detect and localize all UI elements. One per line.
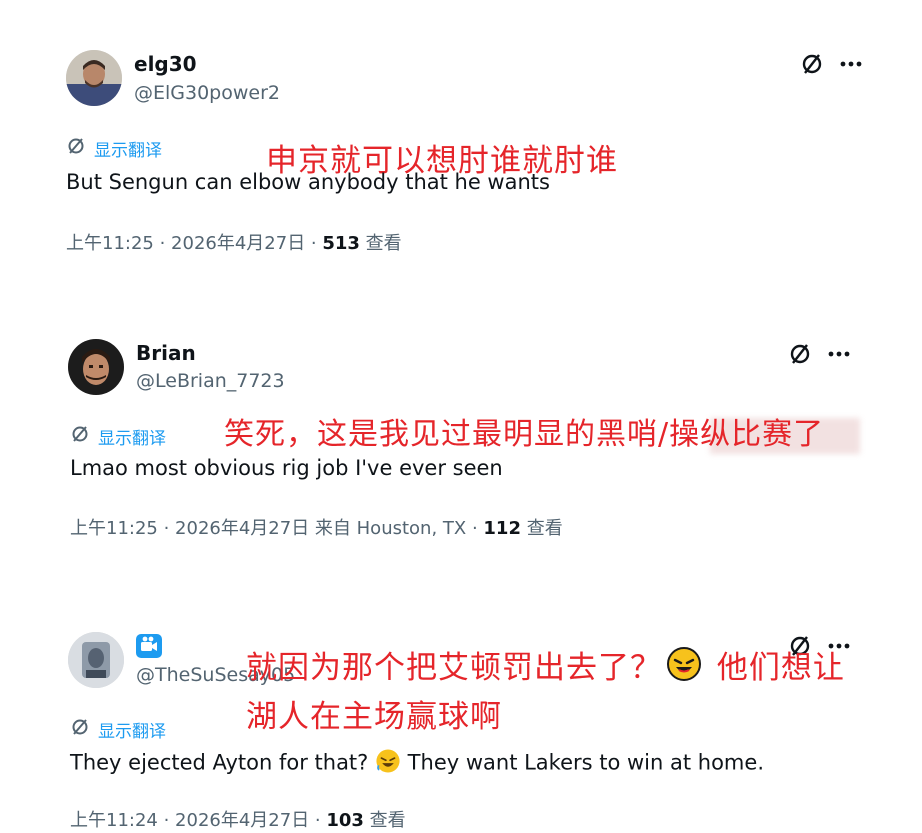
view-count: 103 <box>326 810 364 831</box>
more-dots-icon[interactable] <box>828 350 850 358</box>
avatar[interactable] <box>68 339 124 395</box>
post-timestamp[interactable]: 上午11:24 · 2026年4月27日 · <box>70 810 326 831</box>
post-meta: 上午11:24 · 2026年4月27日 · 103 查看 <box>70 806 406 832</box>
user-handle[interactable]: @LeBrian_7723 <box>136 370 285 392</box>
slashed-circle-icon[interactable] <box>800 52 824 76</box>
show-translation-link[interactable]: 显示翻译 <box>70 424 166 449</box>
post-meta: 上午11:25 · 2026年4月27日 来自 Houston, TX · 11… <box>70 514 563 540</box>
avatar-image <box>68 339 124 395</box>
post-actions <box>788 342 850 366</box>
slashed-circle-icon[interactable] <box>788 342 812 366</box>
caption-part: 就因为那个把艾顿罚出去了？ <box>246 650 662 686</box>
post-timestamp[interactable]: 上午11:25 · 2026年4月27日 来自 Houston, TX · <box>70 518 483 539</box>
translate-slashed-circle-icon <box>66 136 86 161</box>
chinese-caption-line1: 就因为那个把艾顿罚出去了？ 他们想让 <box>246 646 845 693</box>
show-translation-link[interactable]: 显示翻译 <box>70 717 166 742</box>
post-text: Lmao most obvious rig job I've ever seen <box>70 456 503 480</box>
rolling-laughing-emoji <box>375 748 401 779</box>
post-timestamp[interactable]: 上午11:25 · 2026年4月27日 · <box>66 233 322 254</box>
user-handle[interactable]: @ElG30power2 <box>134 82 280 104</box>
view-label: 查看 <box>363 810 406 831</box>
view-count: 513 <box>322 233 360 254</box>
rolling-laughing-emoji <box>666 646 702 693</box>
post-text: But Sengun can elbow anybody that he wan… <box>66 170 550 194</box>
translate-label: 显示翻译 <box>98 429 166 449</box>
post-text: They ejected Ayton for that? They want L… <box>70 748 764 779</box>
post-actions <box>800 52 862 76</box>
display-name[interactable]: Brian <box>136 341 196 365</box>
post-text-part: They ejected Ayton for that? <box>70 750 375 775</box>
show-translation-link[interactable]: 显示翻译 <box>66 136 162 161</box>
display-name[interactable]: elg30 <box>134 52 197 76</box>
translate-slashed-circle-icon <box>70 717 90 742</box>
translate-label: 显示翻译 <box>98 722 166 742</box>
caption-part: 他们想让 <box>706 650 845 686</box>
avatar[interactable] <box>68 632 124 688</box>
camera-badge-icon <box>136 634 162 662</box>
translate-label: 显示翻译 <box>94 141 162 161</box>
avatar[interactable] <box>66 50 122 106</box>
view-label: 查看 <box>359 233 402 254</box>
avatar-image <box>66 50 122 106</box>
screenshot-root: elg30 @ElG30power2 显示翻译 申京就可以想肘谁就肘谁 But … <box>0 0 922 833</box>
translate-slashed-circle-icon <box>70 424 90 449</box>
chinese-caption: 笑死，这是我见过最明显的黑哨/操纵比赛了 <box>224 417 825 452</box>
more-dots-icon[interactable] <box>840 60 862 68</box>
view-label: 查看 <box>520 518 563 539</box>
view-count: 112 <box>483 518 521 539</box>
avatar-image <box>68 632 124 688</box>
chinese-caption-line2: 湖人在主场赢球啊 <box>246 699 502 735</box>
post-text-part: They want Lakers to win at home. <box>401 750 764 775</box>
post-meta: 上午11:25 · 2026年4月27日 · 513 查看 <box>66 229 402 255</box>
